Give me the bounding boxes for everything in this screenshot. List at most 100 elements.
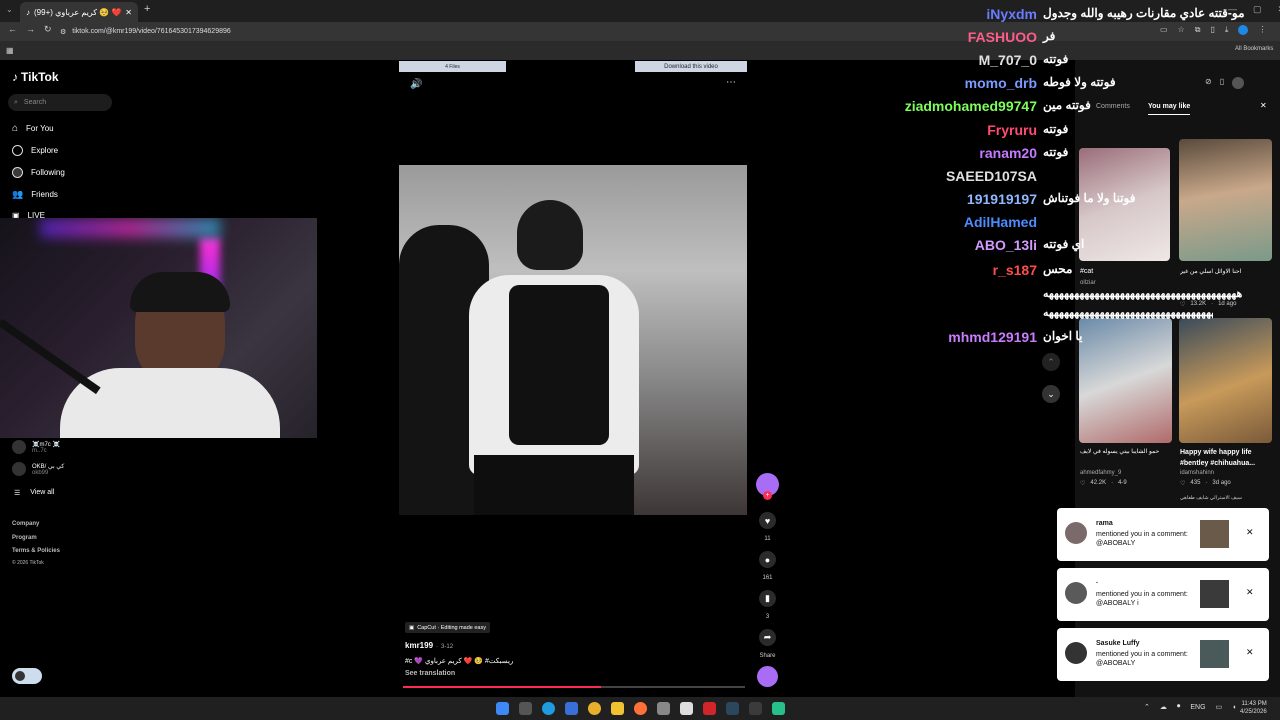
footer-terms[interactable]: Terms & Policies [12,548,60,554]
author-name[interactable]: kmr199 [405,641,433,650]
music-disc[interactable] [757,666,778,687]
chrome-icon[interactable] [587,702,601,715]
files-extension-bar[interactable]: 4 Files [399,61,506,72]
tab-close-icon[interactable]: ✕ [125,8,132,17]
card-author[interactable]: ollziar [1080,280,1096,286]
notification-close-icon[interactable]: ✕ [1246,587,1254,598]
system-tray: ⌃ ☁ ⏺ ENG ▭ ◖ [1144,703,1236,711]
browser-tab[interactable]: ♪ (99+) كريم عرباوي 🥺 ❤️ R... ✕ [20,2,138,22]
account-item[interactable]: OKB/ كي بي okb99 [12,462,64,476]
save-button[interactable]: ▮ [759,590,776,607]
tiktok-logo[interactable]: ♪ TikTok [12,70,59,84]
video-thumbnail[interactable] [1079,318,1172,443]
download-icon[interactable]: ⤓ [1225,25,1229,35]
notification-toast[interactable]: . mentioned you in a comment: @ABOBALY i… [1057,568,1269,621]
app-icon[interactable] [564,702,578,715]
extensions-icon[interactable]: ⧉ [1195,25,1201,35]
edge-icon[interactable] [541,702,555,715]
search-icon[interactable] [518,702,532,715]
sidebar-item-explore[interactable]: Explore [12,145,58,156]
tab-list-icon[interactable]: ⌄ [6,5,13,14]
language-indicator[interactable]: ENG [1190,704,1205,711]
card-author[interactable]: ahmedfahmy_9 [1080,470,1121,476]
date-separator: · [436,644,439,650]
star-icon[interactable]: ☆ [1178,25,1185,35]
cast-icon[interactable]: ▭ [1160,25,1168,35]
sidebar-icon[interactable]: ▯ [1210,25,1214,35]
folder-icon[interactable] [610,702,624,715]
prev-video-button[interactable]: ⌃ [1042,353,1060,371]
view-all-label: View all [30,489,55,496]
video-thumbnail[interactable] [1179,139,1272,261]
url-text: tiktok.com/@kmr199/video/761645301739462… [72,28,231,35]
site-info-icon[interactable]: ⚙ [60,28,66,36]
profile-avatar-small[interactable] [1232,77,1245,89]
comment-button[interactable]: ● [759,551,776,568]
panel-close-icon[interactable]: ✕ [1260,101,1267,110]
footer-program[interactable]: Program [12,535,37,541]
card-author[interactable]: idamshahinn [1180,470,1214,476]
notification-toast[interactable]: rama mentioned you in a comment: @ABOBAL… [1057,508,1269,561]
app-icon[interactable] [702,702,716,715]
network-icon[interactable]: ▭ [1216,703,1223,711]
app-icon[interactable] [656,702,670,715]
sidebar-item-for-you[interactable]: ⌂ For You [12,123,54,134]
cloud-icon[interactable]: ☁ [1160,703,1167,711]
apps-icon[interactable]: ▦ [6,46,14,55]
capcut-badge[interactable]: ▣ CapCut · Editing made easy [405,622,490,633]
get-app-button[interactable] [12,668,42,684]
all-bookmarks[interactable]: All Bookmarks [1235,46,1273,52]
capcut-label: CapCut · Editing made easy [417,624,486,631]
start-icon[interactable] [495,702,509,715]
notification-close-icon[interactable]: ✕ [1246,647,1254,658]
file-icon[interactable] [679,702,693,715]
search-input[interactable]: ⌕ Search [8,94,112,111]
chat-text: فوتنا ولا ما فوتناش [1043,191,1136,205]
account-item[interactable]: ☠️m7c ☠️ m..7c [12,440,60,454]
more-options-icon[interactable]: ⋯ [726,77,736,88]
app-icon[interactable] [771,702,785,715]
menu-icon[interactable]: ⋮ [1258,25,1266,35]
mic-icon[interactable]: ⏺ [1177,703,1181,711]
theater-icon[interactable]: ⊘ [1205,77,1212,89]
card-title[interactable]: Happy wife happy life #bentley #chihuahu… [1180,447,1272,469]
sidebar-item-friends[interactable]: 👥 Friends [12,189,58,200]
share-button[interactable]: ➦ [759,629,776,646]
video-thumbnail[interactable] [1179,318,1272,443]
reload-icon[interactable]: ↻ [44,24,52,35]
new-tab-button[interactable]: + [144,3,150,15]
video-player[interactable] [399,165,747,515]
tab-you-may-like[interactable]: You may like [1148,103,1191,115]
download-video-button[interactable]: Download this video [635,61,747,72]
card-title[interactable]: #cat [1080,268,1093,275]
notification-toast[interactable]: Sasuke Luffy mentioned you in a comment:… [1057,628,1269,681]
card-title[interactable]: حمو الشايبا بيتي يسوله في لايف [1080,448,1170,455]
clock[interactable]: 11:43 PM 4/25/2026 [1240,700,1267,716]
notification-close-icon[interactable]: ✕ [1246,527,1254,538]
firefox-icon[interactable] [633,702,647,715]
bookmarks-bar: ▦ All Bookmarks [0,41,1280,60]
back-icon[interactable]: ← [8,24,17,34]
home-icon: ⌂ [12,123,19,134]
volume-icon[interactable]: ◖ [1232,704,1236,711]
chevron-up-icon[interactable]: ⌃ [1144,703,1150,711]
view-all-link[interactable]: ☰ View all [14,489,54,497]
footer-company[interactable]: Company [12,521,39,527]
like-button[interactable]: ♥ [759,512,776,529]
steam-icon[interactable] [725,702,739,715]
next-video-button[interactable]: ⌄ [1042,385,1060,403]
volume-icon[interactable]: 🔊 [410,79,422,90]
app-icon[interactable] [748,702,762,715]
profile-avatar[interactable] [1238,25,1249,35]
download-label: Download this video [664,63,718,70]
sidebar-item-following[interactable]: Following [12,167,65,178]
follow-plus-icon[interactable]: + [763,491,772,500]
maximize-icon[interactable]: ▢ [1253,4,1262,15]
tab-comments[interactable]: Comments [1096,103,1130,110]
card-title[interactable]: احنا الاوائل اسلي من غير [1180,268,1270,275]
phone-icon[interactable]: ▯ [1220,77,1224,89]
see-translation-link[interactable]: See translation [405,670,455,677]
chat-message: r_s187 [807,262,1037,278]
app-icon [15,671,25,681]
forward-icon[interactable]: → [26,24,35,34]
